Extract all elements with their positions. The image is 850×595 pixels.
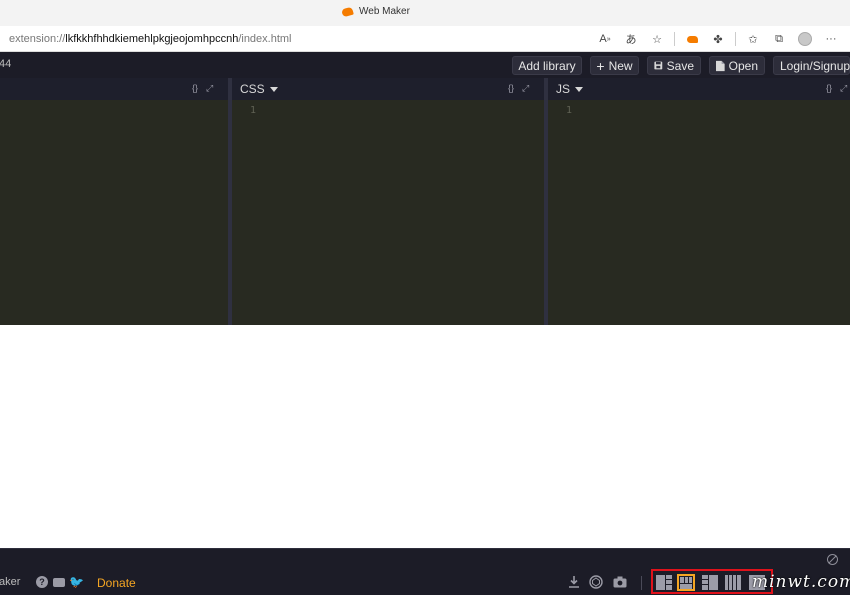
- open-label: Open: [728, 58, 758, 73]
- tab-title: Web Maker: [359, 6, 410, 17]
- browser-tab[interactable]: Web Maker: [341, 6, 410, 17]
- donate-link[interactable]: Donate: [97, 576, 136, 590]
- login-signup-button[interactable]: Login/Signup: [773, 56, 850, 75]
- browser-toolbar: A» あ ☆ ✤ ✩ ⧉ ···: [592, 30, 844, 48]
- profile-icon[interactable]: [792, 30, 818, 48]
- url-prefix: extension://: [9, 33, 66, 45]
- toolbar-separator: [674, 32, 675, 46]
- new-button[interactable]: + New: [590, 56, 639, 75]
- line-number: 1: [566, 105, 573, 116]
- login-label: Login/Signup: [780, 58, 850, 73]
- twitter-icon[interactable]: 🐦: [69, 575, 84, 589]
- webmaker-extension-icon[interactable]: [679, 30, 705, 48]
- html-pane-header: {} ⤢: [0, 78, 228, 100]
- url-field[interactable]: extension://lkfkkhfhhdkiemehlpkgjeojomhp…: [9, 33, 292, 45]
- expand-icon[interactable]: ⤢: [840, 83, 847, 94]
- address-bar: extension://lkfkkhfhhdkiemehlpkgjeojomhp…: [0, 26, 850, 52]
- more-icon[interactable]: ···: [818, 30, 844, 48]
- layout-top-editors-icon[interactable]: [677, 574, 695, 591]
- camera-icon[interactable]: [613, 575, 627, 589]
- clear-console-icon[interactable]: [827, 554, 838, 565]
- open-button[interactable]: Open: [709, 56, 765, 75]
- js-title: JS: [556, 82, 571, 96]
- extensions-icon[interactable]: ✤: [705, 30, 731, 48]
- browser-titlebar: Web Maker: [0, 0, 850, 26]
- file-icon: [716, 60, 725, 71]
- download-icon[interactable]: [567, 575, 581, 589]
- app-brand: aker: [0, 576, 21, 588]
- app-header: 44 Add library + New Save Open Login/Sign…: [0, 52, 850, 78]
- favorites-icon[interactable]: ✩: [740, 30, 766, 48]
- read-aloud-icon[interactable]: A»: [592, 30, 618, 48]
- help-icon[interactable]: ?: [36, 576, 48, 588]
- avatar: [798, 32, 812, 46]
- translate-icon[interactable]: あ: [618, 30, 644, 48]
- webmaker-logo-icon: [341, 6, 354, 17]
- url-host: lkfkkhfhhdkiemehlpkgjeojomhpccnh: [65, 33, 239, 45]
- add-library-label: Add library: [518, 58, 576, 73]
- line-number: 1: [250, 105, 257, 116]
- js-editor-pane[interactable]: JS {} ⤢ 1: [548, 78, 850, 325]
- save-button[interactable]: Save: [647, 56, 701, 75]
- css-title: CSS: [240, 82, 265, 96]
- favorite-icon[interactable]: ☆: [644, 30, 670, 48]
- keyboard-icon[interactable]: [53, 578, 65, 587]
- css-editor-pane[interactable]: CSS {} ⤢ 1: [232, 78, 544, 325]
- collections-icon[interactable]: ⧉: [766, 30, 792, 48]
- expand-icon[interactable]: ⤢: [206, 83, 213, 94]
- js-mode-selector[interactable]: JS: [556, 82, 584, 96]
- layout-columns-icon[interactable]: [724, 574, 742, 591]
- plus-icon: +: [596, 57, 605, 74]
- expand-icon[interactable]: ⤢: [522, 83, 529, 94]
- app-title-fragment: 44: [0, 58, 12, 70]
- js-pane-header: JS {} ⤢: [548, 78, 850, 100]
- layout-right-preview-icon[interactable]: [701, 574, 719, 591]
- url-path: /index.html: [238, 33, 292, 45]
- format-code-icon[interactable]: {}: [192, 83, 198, 94]
- css-pane-tools: {} ⤢: [508, 83, 529, 94]
- codepen-icon[interactable]: [589, 575, 603, 589]
- html-pane-tools: {} ⤢: [192, 83, 213, 94]
- css-mode-selector[interactable]: CSS: [240, 82, 278, 96]
- editor-area: {} ⤢ CSS {} ⤢ 1 JS {} ⤢ 1: [0, 78, 850, 404]
- add-library-button[interactable]: Add library: [512, 56, 582, 75]
- new-label: New: [608, 58, 633, 73]
- format-code-icon[interactable]: {}: [826, 83, 832, 94]
- watermark: minwt.com: [752, 572, 850, 592]
- console-bar: [0, 548, 850, 570]
- toolbar-separator: [735, 32, 736, 46]
- js-pane-tools: {} ⤢: [826, 83, 847, 94]
- save-label: Save: [666, 58, 694, 73]
- save-icon: [654, 61, 663, 70]
- preview-frame[interactable]: [0, 326, 850, 548]
- html-editor-pane[interactable]: {} ⤢: [0, 78, 228, 325]
- chevron-down-icon: [269, 87, 278, 92]
- css-pane-header: CSS {} ⤢: [232, 78, 544, 100]
- chevron-down-icon: [575, 87, 584, 92]
- layout-left-preview-icon[interactable]: [655, 574, 673, 591]
- footer-separator: [641, 576, 642, 590]
- format-code-icon[interactable]: {}: [508, 83, 514, 94]
